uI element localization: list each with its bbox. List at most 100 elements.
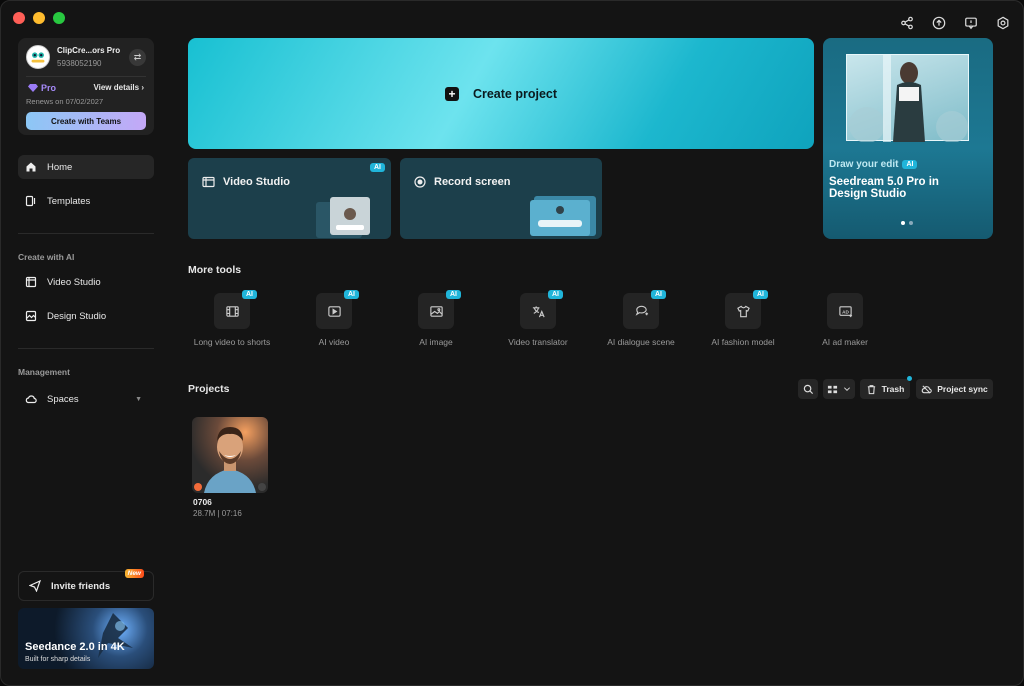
record-icon	[414, 176, 426, 188]
sidebar-item-design-studio[interactable]: Design Studio	[18, 304, 154, 328]
tool-label: AI image	[419, 337, 453, 347]
sidebar-item-label: Video Studio	[47, 276, 101, 288]
tool-label: AI ad maker	[822, 337, 868, 347]
avatar[interactable]	[26, 45, 50, 69]
close-window-button[interactable]	[13, 12, 25, 24]
record-screen-preview	[530, 196, 596, 236]
section-label-management: Management	[18, 367, 70, 377]
ai-badge: AI	[446, 290, 461, 299]
sidebar-item-templates[interactable]: Templates	[18, 189, 154, 213]
ai-badge: AI	[753, 290, 768, 299]
plus-icon: +	[444, 86, 459, 101]
translate-icon	[532, 305, 545, 317]
create-with-teams-button[interactable]: Create with Teams	[26, 112, 146, 130]
account-card: ClipCre...ors Pro 5938052190 ⇄ Pro View …	[18, 38, 154, 135]
promo-subtitle: Built for sharp details	[25, 656, 91, 663]
project-sync-button[interactable]: Project sync	[916, 379, 993, 399]
pro-badge: Pro	[28, 83, 56, 93]
templates-icon	[25, 195, 36, 207]
maximize-window-button[interactable]	[53, 12, 65, 24]
plan-label: Pro	[41, 83, 57, 93]
window-controls	[13, 12, 65, 24]
ai-badge: AI	[242, 290, 257, 299]
ai-badge: AI	[344, 290, 359, 299]
tool-video-translator[interactable]: AI Video translator	[493, 290, 583, 348]
switch-account-icon[interactable]: ⇄	[129, 49, 146, 66]
search-projects-button[interactable]	[798, 379, 818, 399]
video-studio-icon	[202, 176, 215, 188]
ai-badge: AI	[651, 290, 666, 299]
projects-title: Projects	[188, 383, 230, 395]
promo-banner[interactable]: Seedance 2.0 in 4K Built for sharp detai…	[18, 608, 154, 669]
video-studio-preview	[316, 197, 370, 238]
invite-friends-button[interactable]: Invite friends New	[18, 569, 154, 601]
divider	[26, 76, 146, 77]
hero-illustration	[849, 55, 968, 142]
promo-title: Seedance 2.0 in 4K	[25, 641, 125, 653]
video-studio-icon	[25, 276, 37, 288]
carousel-dots	[901, 221, 913, 225]
tool-label: AI video	[318, 337, 350, 347]
sidebar-item-label: Spaces	[47, 393, 79, 405]
tool-long-video-to-shorts[interactable]: AI Long video to shorts	[187, 290, 277, 348]
video-studio-card[interactable]: Video Studio AI	[188, 158, 391, 239]
chevron-down-icon[interactable]: ▼	[135, 396, 142, 403]
tool-ai-video[interactable]: AI AI video	[289, 290, 379, 348]
carousel-dot[interactable]	[909, 221, 913, 225]
search-icon	[803, 384, 813, 394]
project-name[interactable]: 0706	[193, 497, 212, 507]
section-label-create-ai: Create with AI	[18, 252, 75, 262]
trash-icon	[867, 384, 875, 394]
seedream-banner[interactable]: Draw your edit AI Seedream 5.0 Pro in De…	[823, 38, 993, 239]
sidebar-item-label: Design Studio	[47, 310, 107, 322]
carousel-dot-active[interactable]	[901, 221, 905, 225]
tool-label: Video translator	[508, 337, 568, 347]
image-icon	[429, 305, 443, 317]
film-icon	[225, 305, 239, 317]
view-details-label: View details	[93, 83, 140, 92]
tool-ai-ad-maker[interactable]: AD AI ad maker	[800, 293, 890, 348]
sidebar-item-spaces[interactable]: Spaces ▼	[18, 387, 154, 411]
tool-ai-fashion-model[interactable]: AI AI fashion model	[698, 290, 788, 348]
svg-text:AD: AD	[842, 309, 849, 314]
sidebar-item-label: Templates	[47, 195, 91, 207]
record-screen-card[interactable]: Record screen	[400, 158, 602, 239]
sidebar-divider	[18, 233, 154, 234]
create-project-label: Create project	[472, 86, 558, 101]
upload-icon[interactable]	[931, 15, 947, 31]
send-icon	[29, 580, 41, 592]
sidebar-item-video-studio[interactable]: Video Studio	[18, 270, 154, 294]
create-project-button[interactable]: + Create project	[188, 38, 814, 149]
sidebar-item-home[interactable]: Home	[18, 155, 154, 179]
project-thumbnail[interactable]	[192, 417, 268, 493]
grid-view-icon	[827, 385, 838, 393]
video-studio-label: Video Studio	[223, 176, 291, 188]
cloud-icon	[25, 395, 37, 404]
project-meta: 28.7M | 07:16	[193, 509, 242, 518]
account-name: ClipCre...ors Pro	[57, 46, 121, 55]
sidebar-item-label: Home	[47, 161, 73, 173]
settings-icon[interactable]	[995, 15, 1011, 31]
project-thumbnail-image	[194, 427, 266, 493]
view-details-link[interactable]: View details ›	[93, 83, 144, 92]
minimize-window-button[interactable]	[33, 12, 45, 24]
tool-ai-dialogue-scene[interactable]: AI AI dialogue scene	[596, 290, 686, 348]
view-mode-dropdown[interactable]	[823, 379, 855, 399]
sidebar-divider	[18, 348, 154, 349]
dialogue-icon	[635, 305, 648, 316]
sidebar: ClipCre...ors Pro 5938052190 ⇄ Pro View …	[1, 31, 171, 685]
project-sync-label: Project sync	[937, 384, 988, 394]
ai-badge: AI	[902, 160, 918, 169]
home-icon	[26, 162, 36, 172]
tool-ai-image[interactable]: AI AI image	[391, 290, 481, 348]
share-icon[interactable]	[899, 15, 915, 31]
trash-label: Trash	[881, 384, 905, 394]
trash-button[interactable]: Trash	[860, 376, 912, 399]
ai-badge: AI	[370, 163, 385, 172]
app-window: ClipCre...ors Pro 5938052190 ⇄ Pro View …	[0, 0, 1024, 686]
tool-label: AI fashion model	[711, 337, 775, 347]
feedback-icon[interactable]	[963, 15, 979, 31]
tool-label: Long video to shorts	[193, 337, 271, 347]
diamond-icon	[28, 84, 38, 92]
hero-image	[846, 54, 969, 142]
